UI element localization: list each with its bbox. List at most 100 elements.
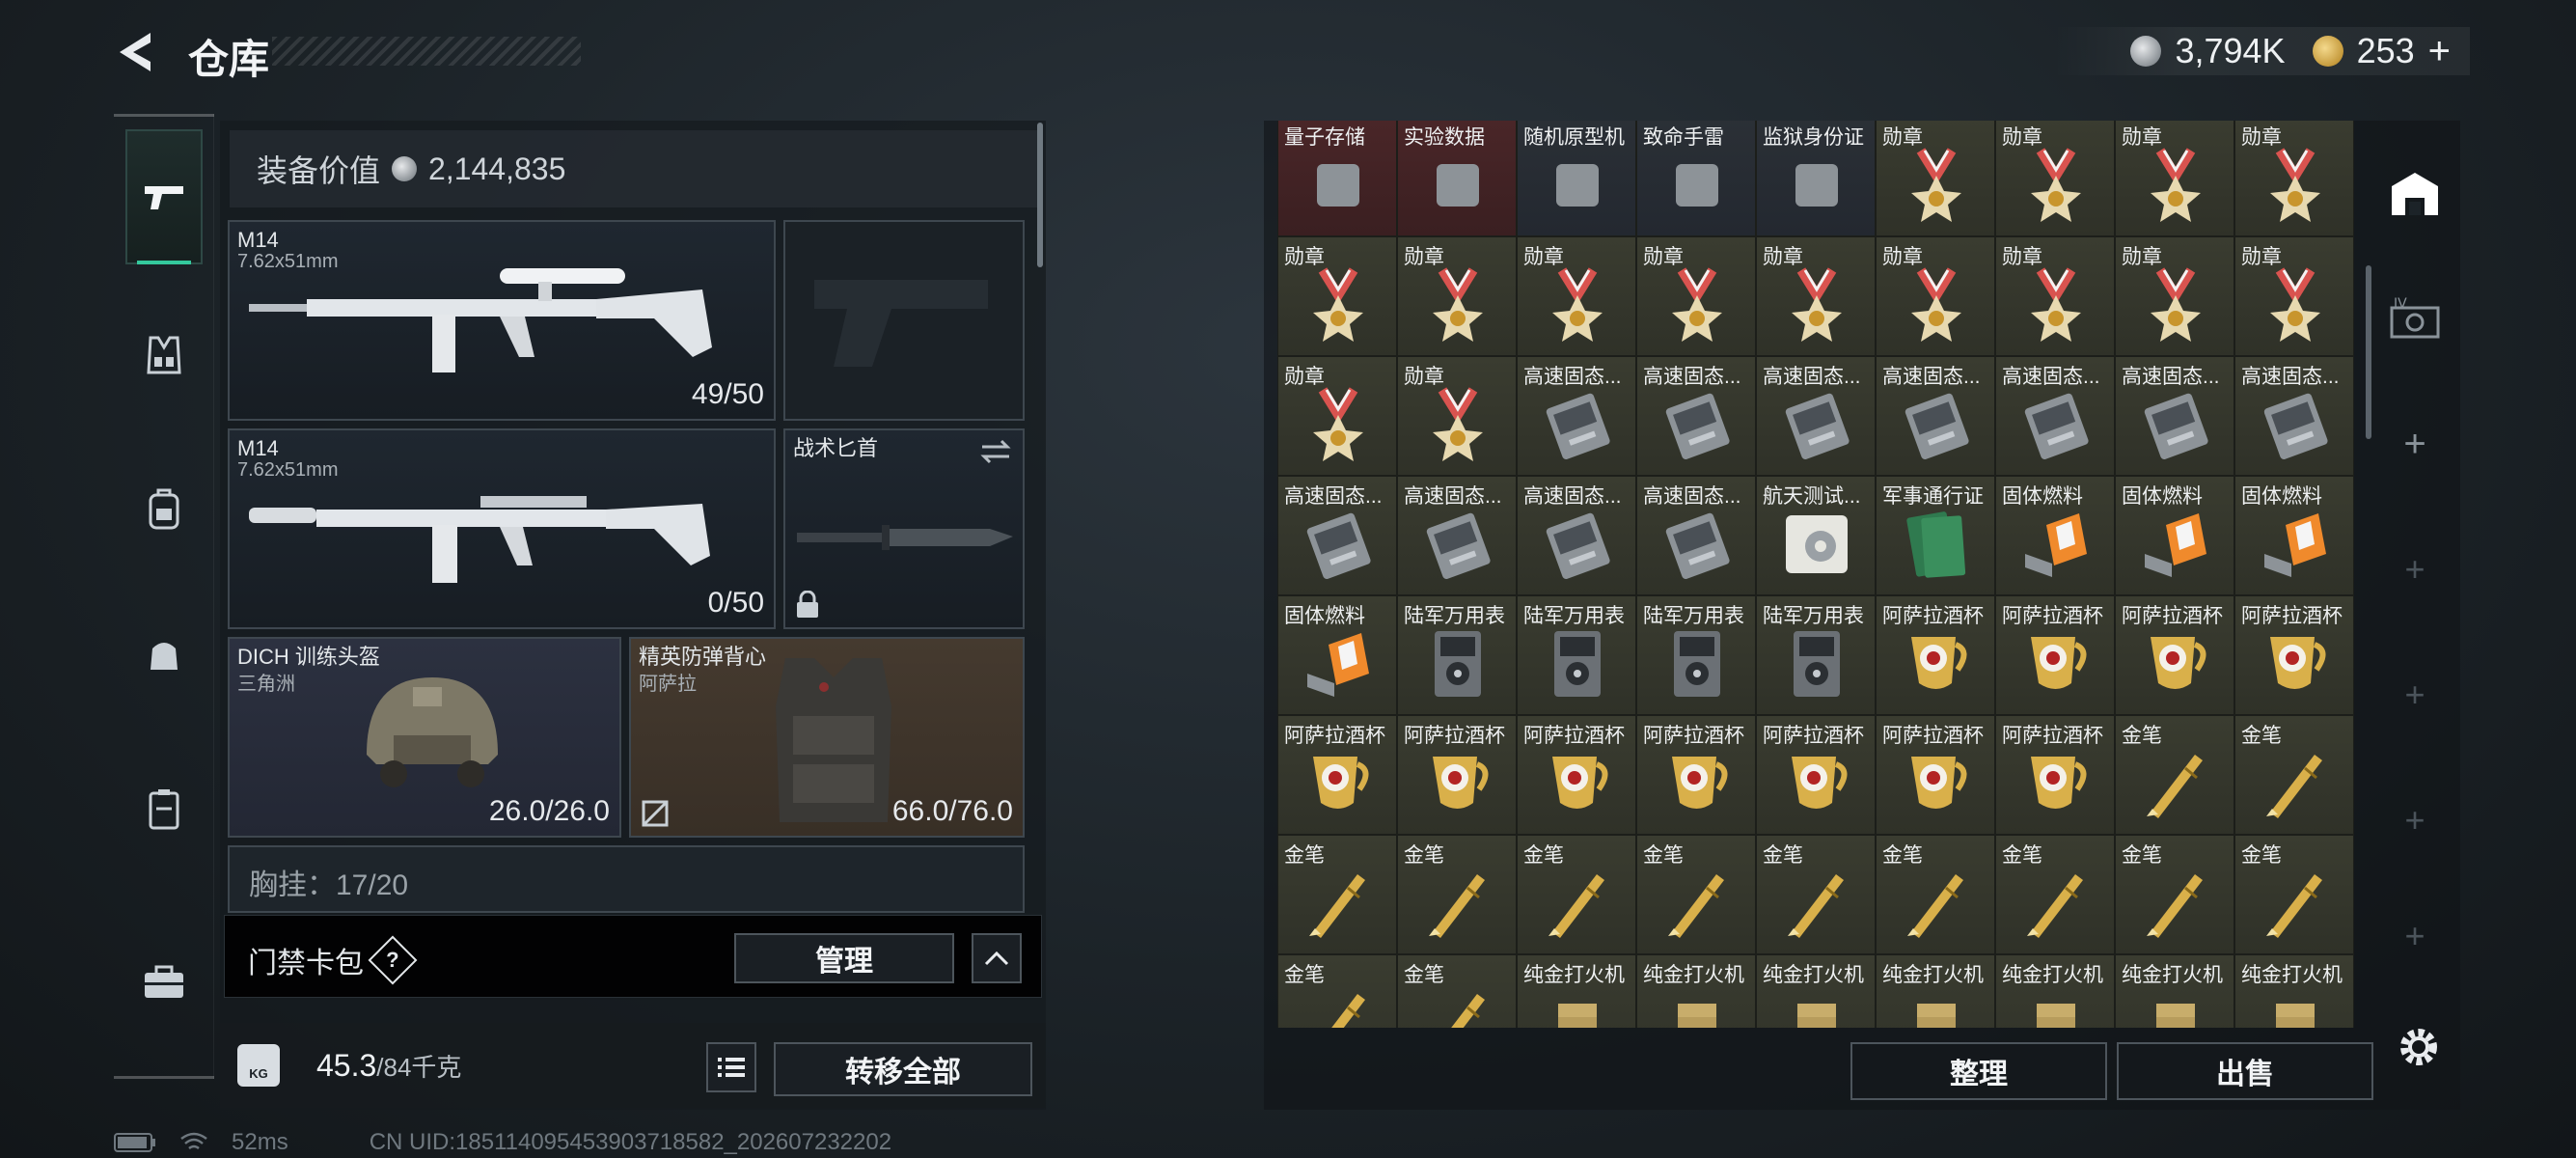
- tab-storage-4[interactable]: IV: [2371, 270, 2458, 367]
- storage-item-cell[interactable]: 高速固态...: [1636, 356, 1756, 476]
- storage-item-cell[interactable]: 陆军万用表: [1756, 595, 1876, 715]
- list-view-button[interactable]: [706, 1042, 756, 1092]
- storage-item-cell[interactable]: 阿萨拉酒杯: [1995, 715, 2115, 835]
- storage-item-cell[interactable]: 阿萨拉酒杯: [1517, 715, 1636, 835]
- storage-item-cell[interactable]: 金笔: [1756, 835, 1876, 954]
- storage-item-cell[interactable]: 勋章: [1756, 236, 1876, 356]
- storage-item-cell[interactable]: 金笔: [1397, 954, 1517, 1028]
- storage-item-cell[interactable]: 陆军万用表: [1636, 595, 1756, 715]
- nav-pouch[interactable]: [125, 616, 203, 693]
- storage-item-cell[interactable]: 高速固态...: [2115, 356, 2234, 476]
- storage-item-cell[interactable]: 纯金打火机: [2115, 954, 2234, 1028]
- transfer-all-button[interactable]: 转移全部: [774, 1042, 1032, 1096]
- storage-item-cell[interactable]: 阿萨拉酒杯: [1756, 715, 1876, 835]
- storage-item-cell[interactable]: 金笔: [1277, 954, 1397, 1028]
- storage-item-cell[interactable]: 随机原型机: [1517, 121, 1636, 236]
- storage-item-cell[interactable]: 勋章: [1397, 356, 1517, 476]
- storage-item-cell[interactable]: 金笔: [2115, 715, 2234, 835]
- storage-item-cell[interactable]: 阿萨拉酒杯: [1876, 715, 1995, 835]
- storage-item-cell[interactable]: 阿萨拉酒杯: [1397, 715, 1517, 835]
- storage-item-cell[interactable]: 监狱身份证: [1756, 121, 1876, 236]
- storage-item-cell[interactable]: 勋章: [2234, 121, 2354, 236]
- storage-item-cell[interactable]: 纯金打火机: [1995, 954, 2115, 1028]
- storage-item-cell[interactable]: 高速固态...: [1517, 476, 1636, 595]
- storage-item-cell[interactable]: 金笔: [2115, 835, 2234, 954]
- storage-item-cell[interactable]: 固体燃料: [1277, 595, 1397, 715]
- collapse-button[interactable]: [972, 933, 1022, 983]
- storage-item-cell[interactable]: 固体燃料: [1995, 476, 2115, 595]
- add-storage-tab-button[interactable]: +: [2371, 396, 2458, 492]
- storage-item-cell[interactable]: 高速固态...: [1517, 356, 1636, 476]
- storage-item-cell[interactable]: 勋章: [1995, 121, 2115, 236]
- storage-item-cell[interactable]: 陆军万用表: [1397, 595, 1517, 715]
- add-currency-button[interactable]: +: [2428, 30, 2451, 73]
- help-icon[interactable]: ?: [368, 935, 418, 985]
- storage-item-cell[interactable]: 实验数据: [1397, 121, 1517, 236]
- storage-item-cell[interactable]: 阿萨拉酒杯: [1277, 715, 1397, 835]
- storage-item-cell[interactable]: 勋章: [1876, 121, 1995, 236]
- locked-storage-tab[interactable]: +: [2371, 521, 2458, 618]
- storage-item-cell[interactable]: 致命手雷: [1636, 121, 1756, 236]
- storage-item-cell[interactable]: 纯金打火机: [1636, 954, 1756, 1028]
- armor-slot[interactable]: 精英防弹背心 阿萨拉 66.0/76.0: [629, 637, 1025, 838]
- nav-chest-rig[interactable]: [125, 317, 203, 394]
- storage-item-cell[interactable]: 高速固态...: [1756, 356, 1876, 476]
- helmet-slot[interactable]: DICH 训练头盔 三角洲 26.0/26.0: [228, 637, 621, 838]
- storage-item-cell[interactable]: 纯金打火机: [1876, 954, 1995, 1028]
- storage-item-cell[interactable]: 金笔: [1517, 835, 1636, 954]
- primary-weapon-slot-1[interactable]: M14 7.62x51mm 49/50: [228, 220, 776, 421]
- primary-weapon-slot-2[interactable]: M14 7.62x51mm 0/50: [228, 428, 776, 629]
- locked-storage-tab[interactable]: +: [2371, 772, 2458, 868]
- swap-icon[interactable]: [978, 438, 1013, 465]
- storage-item-cell[interactable]: 金笔: [1397, 835, 1517, 954]
- storage-item-cell[interactable]: 军事通行证: [1876, 476, 1995, 595]
- nav-container[interactable]: [125, 770, 203, 847]
- storage-item-cell[interactable]: 高速固态...: [1995, 356, 2115, 476]
- storage-item-cell[interactable]: 固体燃料: [2234, 476, 2354, 595]
- storage-item-cell[interactable]: 勋章: [1876, 236, 1995, 356]
- settings-gear-icon[interactable]: [2395, 1023, 2443, 1071]
- storage-item-cell[interactable]: 勋章: [1517, 236, 1636, 356]
- storage-item-cell[interactable]: 高速固态...: [1636, 476, 1756, 595]
- storage-item-cell[interactable]: 航天测试...: [1756, 476, 1876, 595]
- loadout-scrollbar[interactable]: [1037, 123, 1043, 267]
- storage-item-cell[interactable]: 勋章: [2115, 236, 2234, 356]
- storage-item-cell[interactable]: 阿萨拉酒杯: [2115, 595, 2234, 715]
- storage-item-cell[interactable]: 量子存储: [1277, 121, 1397, 236]
- locked-storage-tab[interactable]: +: [2371, 888, 2458, 984]
- storage-item-cell[interactable]: 勋章: [1277, 236, 1397, 356]
- sort-button[interactable]: 整理: [1850, 1042, 2107, 1100]
- storage-item-cell[interactable]: 阿萨拉酒杯: [1876, 595, 1995, 715]
- storage-item-cell[interactable]: 勋章: [2115, 121, 2234, 236]
- storage-item-cell[interactable]: 勋章: [1995, 236, 2115, 356]
- storage-item-cell[interactable]: 金笔: [1995, 835, 2115, 954]
- storage-item-cell[interactable]: 金笔: [2234, 835, 2354, 954]
- nav-weapons[interactable]: [125, 129, 203, 264]
- storage-item-cell[interactable]: 陆军万用表: [1517, 595, 1636, 715]
- storage-item-cell[interactable]: 勋章: [1277, 356, 1397, 476]
- storage-item-cell[interactable]: 金笔: [1636, 835, 1756, 954]
- storage-item-cell[interactable]: 勋章: [2234, 236, 2354, 356]
- storage-item-cell[interactable]: 金笔: [1277, 835, 1397, 954]
- tab-main-storage[interactable]: [2371, 145, 2458, 241]
- chest-rig-slot[interactable]: 胸挂：17/20: [228, 845, 1025, 913]
- storage-item-cell[interactable]: 固体燃料: [2115, 476, 2234, 595]
- storage-item-cell[interactable]: 阿萨拉酒杯: [1995, 595, 2115, 715]
- storage-item-cell[interactable]: 高速固态...: [2234, 356, 2354, 476]
- manage-button[interactable]: 管理: [734, 933, 954, 983]
- back-arrow-icon[interactable]: [114, 29, 160, 75]
- storage-item-cell[interactable]: 金笔: [1876, 835, 1995, 954]
- storage-item-cell[interactable]: 阿萨拉酒杯: [2234, 595, 2354, 715]
- nav-case[interactable]: [125, 944, 203, 1021]
- storage-item-cell[interactable]: 高速固态...: [1277, 476, 1397, 595]
- storage-item-cell[interactable]: 纯金打火机: [1517, 954, 1636, 1028]
- storage-item-cell[interactable]: 阿萨拉酒杯: [1636, 715, 1756, 835]
- nav-backpack[interactable]: [125, 471, 203, 548]
- melee-slot[interactable]: 战术匕首: [783, 428, 1025, 629]
- sell-button[interactable]: 出售: [2117, 1042, 2373, 1100]
- storage-item-cell[interactable]: 高速固态...: [1876, 356, 1995, 476]
- storage-item-cell[interactable]: 金笔: [2234, 715, 2354, 835]
- storage-item-cell[interactable]: 勋章: [1636, 236, 1756, 356]
- storage-item-cell[interactable]: 高速固态...: [1397, 476, 1517, 595]
- sidearm-slot-empty[interactable]: [783, 220, 1025, 421]
